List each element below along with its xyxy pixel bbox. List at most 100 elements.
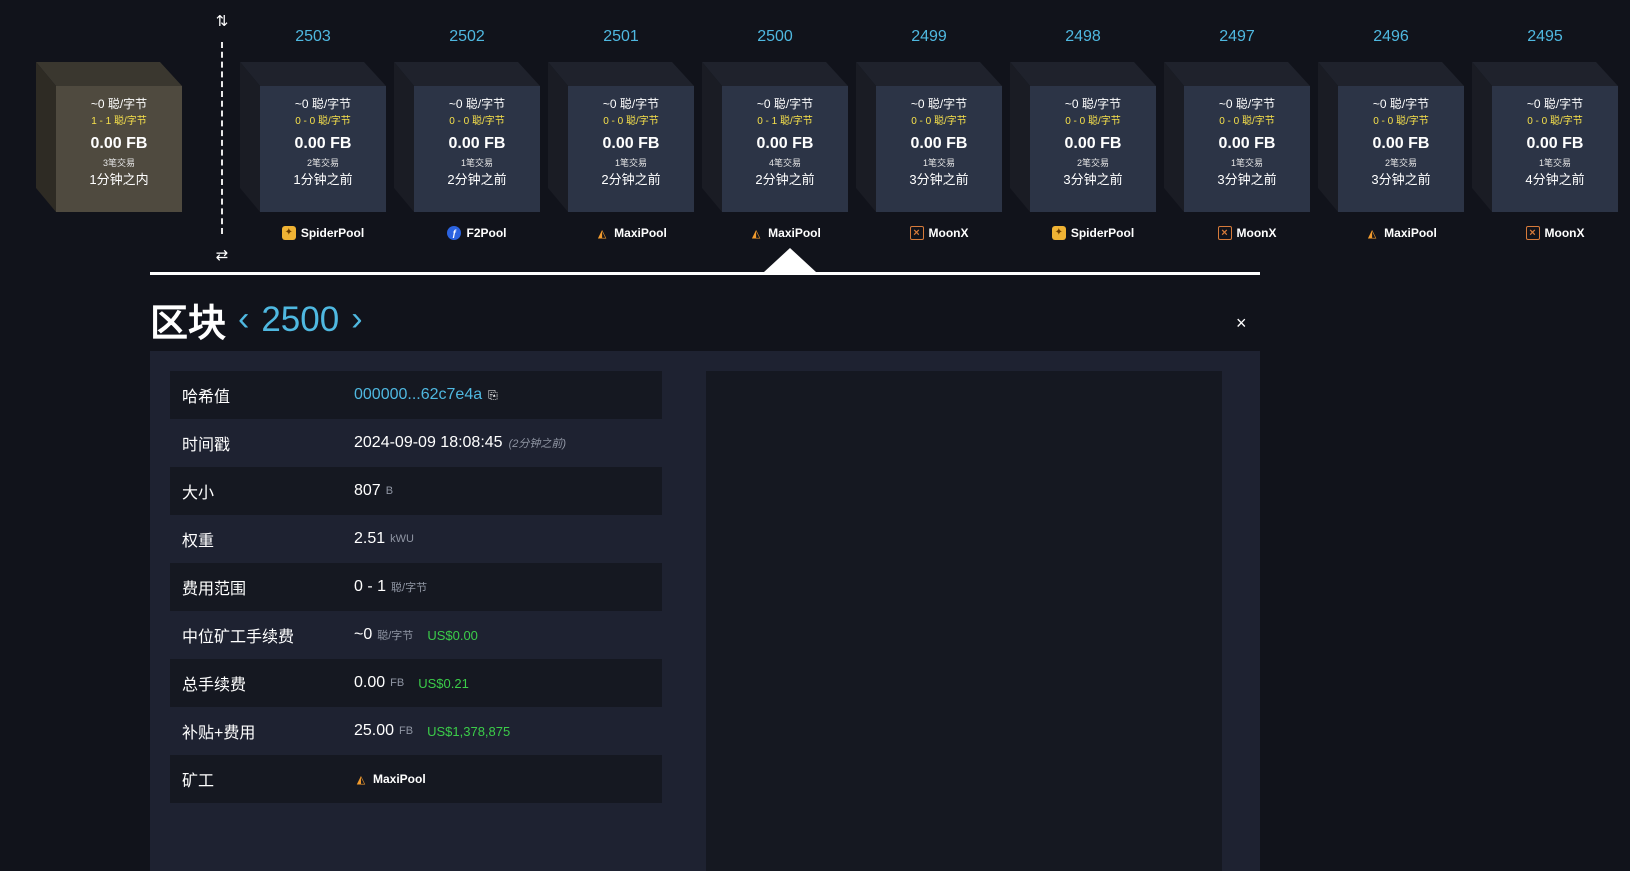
block-fee: ~0 聪/字节 bbox=[90, 97, 148, 111]
block-height-link[interactable]: 2495 bbox=[1472, 28, 1618, 46]
selection-caret bbox=[764, 248, 816, 272]
block-time: 3分钟之前 bbox=[1063, 172, 1123, 187]
block-fee-range: 0 - 1 聪/字节 bbox=[757, 116, 813, 127]
block-fee: ~0 聪/字节 bbox=[602, 97, 660, 111]
block-total: 0.00 FB bbox=[756, 135, 814, 152]
close-icon[interactable]: × bbox=[1236, 313, 1247, 334]
cube-top bbox=[702, 62, 848, 86]
block-cube[interactable]: ~0 聪/字节 0 - 0 聪/字节 0.00 FB 1笔交易 2分钟之前 bbox=[394, 62, 540, 212]
cube-side bbox=[240, 62, 260, 212]
block-cube[interactable]: ~0 聪/字节 0 - 1 聪/字节 0.00 FB 4笔交易 2分钟之前 bbox=[702, 62, 848, 212]
mining-pool-link[interactable]: ✦ SpiderPool bbox=[1020, 224, 1166, 242]
block-tx-count: 1笔交易 bbox=[1538, 158, 1571, 168]
row-label: 哈希值 bbox=[182, 389, 231, 406]
block-fee-range: 0 - 0 聪/字节 bbox=[1065, 116, 1121, 127]
mining-pool-link[interactable]: × MoonX bbox=[1482, 224, 1628, 242]
block-height-link[interactable]: 2501 bbox=[548, 28, 694, 46]
block-tx-count: 2笔交易 bbox=[1384, 158, 1417, 168]
block-cube[interactable]: ~0 聪/字节 0 - 0 聪/字节 0.00 FB 1笔交易 3分钟之前 bbox=[1164, 62, 1310, 212]
total-fees-unit: FB bbox=[390, 677, 405, 689]
block-tx-count: 3笔交易 bbox=[102, 158, 135, 168]
block-fee-range: 0 - 0 聪/字节 bbox=[603, 116, 659, 127]
block-fee-range: 0 - 0 聪/字节 bbox=[449, 116, 505, 127]
swap-horizontal-icon[interactable]: ⇄ bbox=[214, 246, 230, 264]
block-height-link[interactable]: 2499 bbox=[856, 28, 1002, 46]
block-height-link[interactable]: 2497 bbox=[1164, 28, 1310, 46]
selection-rule bbox=[150, 272, 1260, 275]
mining-pool-link[interactable]: ◭ MaxiPool bbox=[1328, 224, 1474, 242]
miner-link[interactable]: ◭ MaxiPool bbox=[354, 772, 426, 786]
cube-front: ~0 聪/字节 0 - 0 聪/字节 0.00 FB 1笔交易 3分钟之前 bbox=[876, 86, 1002, 212]
block-cube[interactable]: ~0 聪/字节 0 - 0 聪/字节 0.00 FB 1笔交易 4分钟之前 bbox=[1472, 62, 1618, 212]
table-row-hash: 哈希值 000000...62c7e4a ⎘ bbox=[170, 371, 662, 419]
mining-pool-link[interactable]: ✦ SpiderPool bbox=[250, 224, 396, 242]
maxipool-icon: ◭ bbox=[356, 773, 366, 786]
table-row-size: 大小 807 B bbox=[170, 467, 662, 515]
maxipool-icon: ◭ bbox=[751, 227, 761, 240]
cube-top bbox=[1318, 62, 1464, 86]
block-height-link[interactable]: 2502 bbox=[394, 28, 540, 46]
pool-name: MaxiPool bbox=[1384, 226, 1437, 240]
block-height-link[interactable]: 2496 bbox=[1318, 28, 1464, 46]
block-fee-range: 1 - 1 聪/字节 bbox=[91, 116, 147, 127]
block-time: 3分钟之前 bbox=[1371, 172, 1431, 187]
block-tx-count: 2笔交易 bbox=[306, 158, 339, 168]
fee-range-value: 0 - 1 bbox=[354, 578, 387, 595]
cube-side bbox=[702, 62, 722, 212]
table-row-timestamp: 时间戳 2024-09-09 18:08:45 (2分钟之前) bbox=[170, 419, 662, 467]
mining-pool-link[interactable]: ◭ MaxiPool bbox=[712, 224, 858, 242]
cube-top bbox=[1010, 62, 1156, 86]
copy-icon[interactable]: ⎘ bbox=[488, 388, 498, 403]
mempool-block[interactable]: ~0 聪/字节 1 - 1 聪/字节 0.00 FB 3笔交易 1分钟之内 bbox=[36, 62, 182, 212]
weight-value: 2.51 bbox=[354, 530, 386, 547]
mining-pool-link[interactable]: ƒ F2Pool bbox=[404, 224, 550, 242]
cube-side bbox=[856, 62, 876, 212]
pool-name: MoonX bbox=[1544, 226, 1585, 240]
maxipool-icon: ◭ bbox=[597, 227, 607, 240]
f2pool-icon: ƒ bbox=[447, 226, 462, 240]
row-label: 时间戳 bbox=[182, 437, 231, 454]
block-total: 0.00 FB bbox=[602, 135, 660, 152]
cube-side bbox=[394, 62, 414, 212]
table-row-weight: 权重 2.51 kWU bbox=[170, 515, 662, 563]
block-fee-range: 0 - 0 聪/字节 bbox=[911, 116, 967, 127]
spiderpool-icon: ✦ bbox=[1051, 226, 1066, 240]
block-hash-link[interactable]: 000000...62c7e4a bbox=[354, 386, 482, 404]
block-time: 2分钟之前 bbox=[755, 172, 815, 187]
block-cube[interactable]: ~0 聪/字节 0 - 0 聪/字节 0.00 FB 1笔交易 3分钟之前 bbox=[856, 62, 1002, 212]
row-label: 总手续费 bbox=[182, 677, 247, 694]
cube-front: ~0 聪/字节 0 - 0 聪/字节 0.00 FB 2笔交易 1分钟之前 bbox=[260, 86, 386, 212]
total-fees-usd: US$0.21 bbox=[418, 675, 469, 691]
mining-pool-link[interactable]: ◭ MaxiPool bbox=[558, 224, 704, 242]
block-height-link[interactable]: 2503 bbox=[240, 28, 386, 46]
block-height-link[interactable]: 2500 bbox=[702, 28, 848, 46]
block-transactions-visualization[interactable] bbox=[706, 371, 1222, 871]
block-cube[interactable]: ~0 聪/字节 0 - 0 聪/字节 0.00 FB 2笔交易 3分钟之前 bbox=[1318, 62, 1464, 212]
block-cube[interactable]: ~0 聪/字节 0 - 0 聪/字节 0.00 FB 2笔交易 1分钟之前 bbox=[240, 62, 386, 212]
block-total: 0.00 FB bbox=[1526, 135, 1584, 152]
moonx-icon: × bbox=[909, 226, 924, 240]
swap-vertical-icon[interactable]: ⇅ bbox=[214, 12, 230, 30]
block-height-link[interactable]: 2498 bbox=[1010, 28, 1156, 46]
block-cube[interactable]: ~0 聪/字节 0 - 0 聪/字节 0.00 FB 2笔交易 3分钟之前 bbox=[1010, 62, 1156, 212]
cube-front: ~0 聪/字节 0 - 0 聪/字节 0.00 FB 1笔交易 4分钟之前 bbox=[1492, 86, 1618, 212]
fee-range-unit: 聪/字节 bbox=[391, 582, 428, 594]
block-fee: ~0 聪/字节 bbox=[1218, 97, 1276, 111]
mining-pool-link[interactable]: × MoonX bbox=[866, 224, 1012, 242]
mining-pool-link[interactable]: × MoonX bbox=[1174, 224, 1320, 242]
prev-block-chevron-left-icon[interactable]: ‹ bbox=[238, 300, 249, 339]
block-fee: ~0 聪/字节 bbox=[910, 97, 968, 111]
cube-top bbox=[36, 62, 182, 86]
block-fee-range: 0 - 0 聪/字节 bbox=[1527, 116, 1583, 127]
row-value: 0 - 1 聪/字节 bbox=[354, 578, 427, 596]
subsidy-usd: US$1,378,875 bbox=[427, 723, 511, 739]
timestamp-value: 2024-09-09 18:08:45 bbox=[354, 434, 503, 451]
weight-unit: kWU bbox=[390, 533, 414, 545]
block-cube[interactable]: ~0 聪/字节 0 - 0 聪/字节 0.00 FB 1笔交易 2分钟之前 bbox=[548, 62, 694, 212]
median-fee-usd: US$0.00 bbox=[427, 627, 478, 643]
table-row-median-fee: 中位矿工手续费 ~0 聪/字节 US$0.00 bbox=[170, 611, 662, 659]
cube-front: ~0 聪/字节 0 - 0 聪/字节 0.00 FB 1笔交易 2分钟之前 bbox=[568, 86, 694, 212]
next-block-chevron-right-icon[interactable]: › bbox=[351, 300, 362, 339]
miner-name: MaxiPool bbox=[373, 772, 426, 786]
block-fee: ~0 聪/字节 bbox=[756, 97, 814, 111]
